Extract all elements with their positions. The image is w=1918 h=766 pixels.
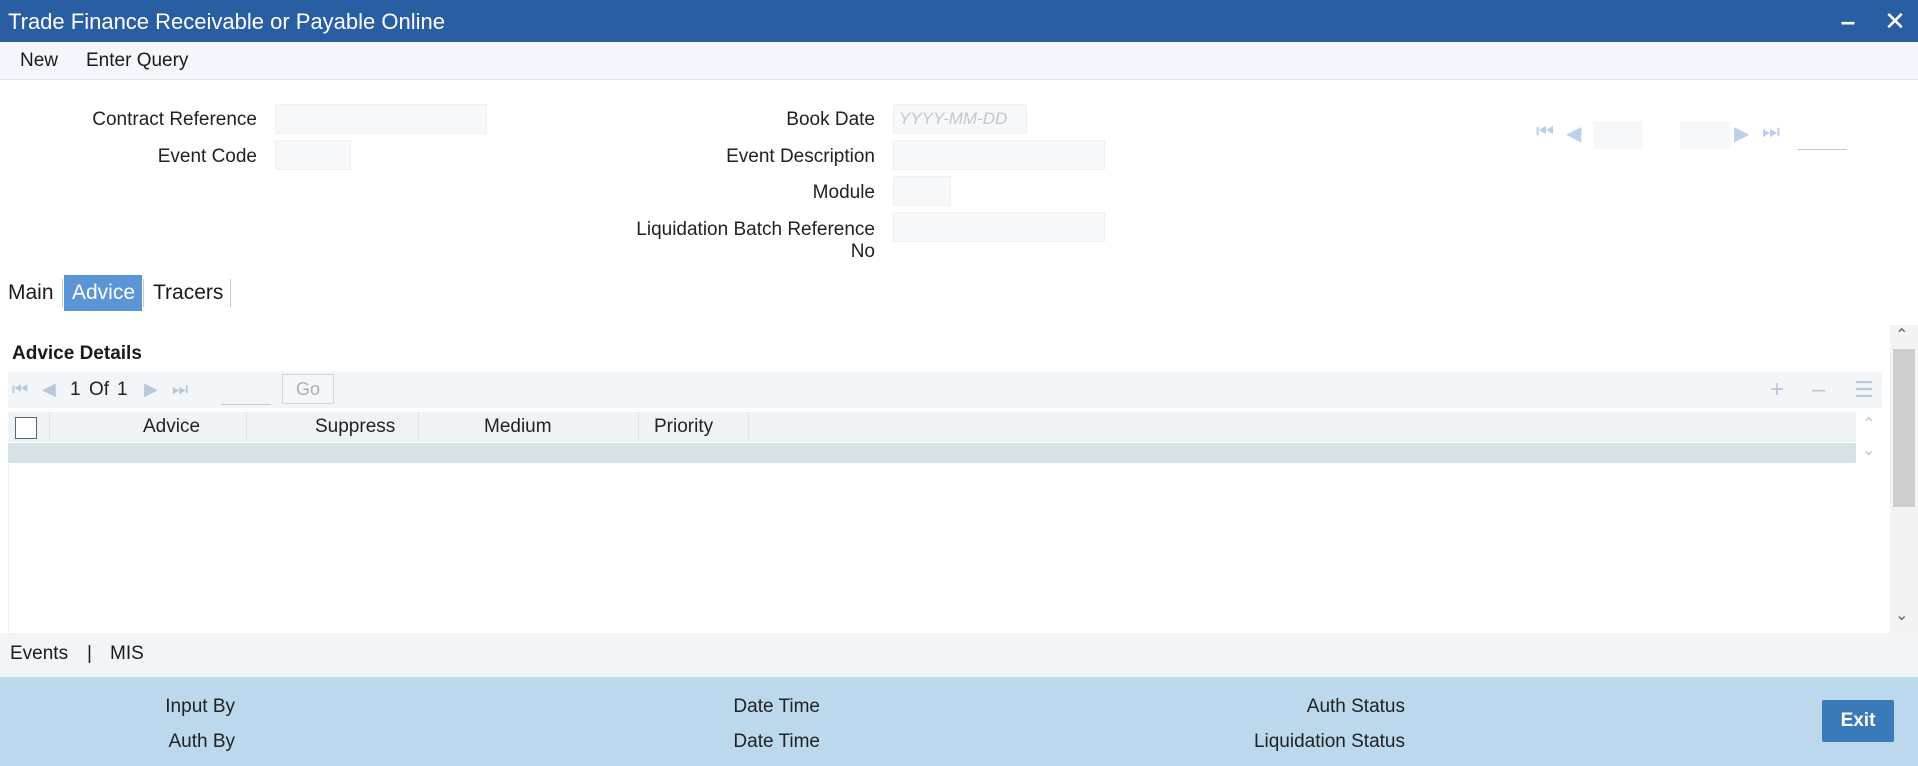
window-title: Trade Finance Receivable or Payable Onli…	[8, 9, 445, 34]
column-suppress[interactable]: Suppress	[315, 416, 395, 438]
link-separator: |	[87, 643, 92, 664]
table-row[interactable]	[8, 443, 1856, 463]
tab-main[interactable]: Main	[0, 275, 62, 311]
advice-grid-toolbar: ⏮ ◀ 1 Of 1 ▶ ⏭ Go + – ☰	[8, 372, 1882, 408]
page-current: 1	[70, 379, 81, 400]
grid-scroll-down-icon[interactable]: ⌄	[1862, 440, 1875, 460]
contract-reference-field[interactable]	[275, 104, 487, 134]
liquidation-batch-field[interactable]	[893, 212, 1105, 242]
auth-by-label: Auth By	[168, 731, 235, 752]
contract-reference-label: Contract Reference	[92, 109, 257, 130]
close-icon[interactable]: ✕	[1880, 6, 1910, 36]
module-field[interactable]	[893, 176, 951, 206]
tab-divider	[143, 279, 144, 307]
module-label: Module	[812, 182, 875, 203]
new-button[interactable]: New	[20, 50, 58, 72]
scroll-down-icon[interactable]: ⌄	[1895, 605, 1908, 625]
grid-scroll-up-icon[interactable]: ⌃	[1862, 414, 1875, 434]
next-page-icon[interactable]: ▶	[144, 379, 158, 400]
tab-advice[interactable]: Advice	[64, 275, 142, 311]
add-row-icon[interactable]: +	[1770, 376, 1784, 404]
tab-divider	[230, 279, 231, 307]
toolbar: New Enter Query	[0, 42, 1918, 80]
audit-footer: Input By Auth By Date Time Date Time Aut…	[0, 677, 1918, 766]
liquidation-status-label: Liquidation Status	[1253, 731, 1405, 752]
record-total-box	[1680, 121, 1730, 149]
mis-link[interactable]: MIS	[110, 643, 144, 665]
previous-page-icon[interactable]: ◀	[42, 379, 56, 400]
last-record-icon[interactable]: ⏭	[1762, 121, 1780, 144]
column-divider	[418, 412, 419, 442]
tab-tracers[interactable]: Tracers	[145, 275, 231, 311]
scrollbar-thumb[interactable]	[1893, 349, 1915, 507]
minimize-icon[interactable]: –	[1833, 6, 1863, 36]
events-link[interactable]: Events	[10, 643, 68, 665]
event-code-label: Event Code	[157, 146, 257, 167]
advice-grid-body	[8, 463, 1882, 633]
auth-status-label: Auth Status	[1306, 696, 1405, 717]
column-priority[interactable]: Priority	[654, 416, 713, 438]
record-goto-input[interactable]	[1797, 124, 1847, 150]
liquidation-batch-label: Liquidation Batch Reference	[636, 219, 875, 240]
bottom-links-bar: Events | MIS	[0, 633, 1918, 677]
delete-row-icon[interactable]: –	[1812, 376, 1825, 404]
last-page-icon[interactable]: ⏭	[172, 379, 188, 400]
title-bar: Trade Finance Receivable or Payable Onli…	[0, 0, 1918, 42]
column-divider	[246, 412, 247, 442]
column-divider	[748, 412, 749, 442]
column-medium[interactable]: Medium	[484, 416, 552, 438]
record-current-box	[1593, 121, 1643, 149]
vertical-scrollbar[interactable]: ⌃ ⌄	[1890, 325, 1918, 633]
auth-date-time-label: Date Time	[733, 731, 820, 752]
event-code-field[interactable]	[275, 140, 351, 170]
page-goto-input[interactable]	[221, 381, 271, 405]
enter-query-button[interactable]: Enter Query	[86, 50, 188, 72]
event-description-field[interactable]	[893, 140, 1105, 170]
column-divider	[49, 412, 50, 442]
book-date-field[interactable]: YYYY-MM-DD	[893, 104, 1027, 134]
select-all-checkbox[interactable]	[15, 417, 37, 439]
input-by-label: Input By	[165, 696, 235, 717]
event-description-label: Event Description	[726, 146, 875, 167]
page-total: 1	[117, 379, 128, 400]
first-record-icon[interactable]: ⏮	[1536, 121, 1554, 144]
column-divider	[638, 412, 639, 442]
advice-grid-header: Advice Suppress Medium Priority	[8, 412, 1856, 442]
page-of-label: Of	[89, 379, 110, 400]
advice-details-title: Advice Details	[12, 343, 142, 364]
book-date-label: Book Date	[786, 109, 875, 130]
go-button[interactable]: Go	[282, 374, 334, 404]
tab-divider	[62, 279, 63, 307]
single-view-icon[interactable]: ☰	[1854, 377, 1874, 403]
column-advice[interactable]: Advice	[143, 416, 200, 438]
next-record-icon[interactable]: ▶	[1734, 121, 1749, 146]
scroll-up-icon[interactable]: ⌃	[1895, 325, 1908, 345]
first-page-icon[interactable]: ⏮	[12, 379, 28, 400]
previous-record-icon[interactable]: ◀	[1566, 121, 1581, 146]
liquidation-batch-label-no: No	[850, 241, 875, 262]
input-date-time-label: Date Time	[733, 696, 820, 717]
exit-button[interactable]: Exit	[1822, 700, 1894, 742]
